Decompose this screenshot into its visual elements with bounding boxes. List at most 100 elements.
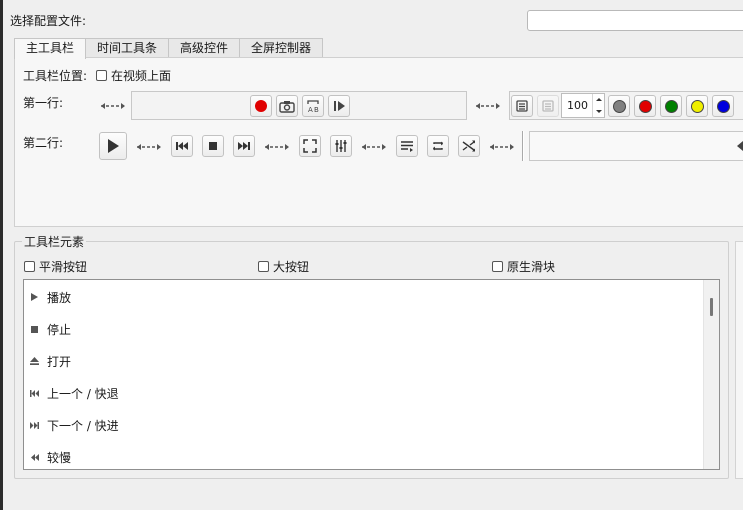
expanding-spacer-icon[interactable] bbox=[489, 141, 515, 153]
expanding-spacer-icon[interactable] bbox=[136, 141, 162, 153]
ab-loop-icon: AB bbox=[307, 100, 319, 113]
window-edge bbox=[0, 0, 3, 510]
shuffle-icon bbox=[462, 140, 475, 152]
loop-icon bbox=[433, 141, 443, 151]
smooth-buttons-label: 平滑按钮 bbox=[39, 260, 88, 274]
fullscreen-icon bbox=[303, 139, 317, 153]
stop-icon bbox=[30, 325, 39, 334]
list-item[interactable]: 停止 bbox=[30, 321, 71, 337]
smooth-buttons-option[interactable]: 平滑按钮 bbox=[24, 258, 87, 275]
green-dot-button[interactable] bbox=[660, 95, 682, 117]
list-item-label: 停止 bbox=[47, 322, 72, 337]
list-item[interactable]: 下一个 / 快进 bbox=[30, 417, 119, 433]
native-slider-checkbox[interactable] bbox=[492, 261, 503, 272]
line2-label: 第二行: bbox=[23, 136, 64, 150]
toolbar-elements-title: 工具栏元素 bbox=[22, 233, 87, 250]
volume-value: 100 bbox=[567, 99, 588, 112]
list-item-label: 播放 bbox=[47, 290, 72, 305]
frame-step-button[interactable] bbox=[328, 95, 350, 117]
previous-icon bbox=[176, 142, 188, 150]
playlist-button[interactable] bbox=[511, 95, 533, 117]
list-item-label: 上一个 / 快退 bbox=[47, 386, 119, 401]
record-icon bbox=[255, 100, 267, 112]
shuffle-button[interactable] bbox=[458, 135, 480, 157]
list-item[interactable]: 较慢 bbox=[30, 449, 71, 465]
slider-handle-icon[interactable] bbox=[737, 141, 743, 151]
red-dot-button[interactable] bbox=[634, 95, 656, 117]
time-slider-placeholder[interactable] bbox=[529, 131, 743, 161]
side-panel-edge bbox=[735, 241, 743, 479]
list-item-label: 打开 bbox=[47, 354, 72, 369]
tab-advanced-controls[interactable]: 高级控件 bbox=[168, 38, 241, 58]
fullscreen-button[interactable] bbox=[299, 135, 321, 157]
stop-icon bbox=[209, 142, 217, 150]
tab-fullscreen-controller[interactable]: 全屏控制器 bbox=[239, 38, 324, 58]
playlist-icon bbox=[516, 100, 528, 112]
expanding-spacer-icon[interactable] bbox=[361, 141, 387, 153]
svg-text:A: A bbox=[308, 106, 313, 113]
next-icon bbox=[238, 142, 250, 150]
gray-dot-icon bbox=[612, 99, 626, 113]
profile-combobox[interactable] bbox=[527, 10, 743, 31]
equalizer-icon bbox=[335, 140, 347, 152]
extended-settings-icon bbox=[542, 100, 554, 112]
play-button[interactable] bbox=[99, 132, 127, 160]
yellow-dot-button[interactable] bbox=[686, 95, 708, 117]
toolbar-line1-strip[interactable] bbox=[131, 91, 467, 120]
spin-arrows[interactable] bbox=[592, 94, 604, 117]
extended-controls-button[interactable] bbox=[330, 135, 352, 157]
next-icon bbox=[30, 421, 39, 430]
green-dot-icon bbox=[664, 99, 678, 113]
svg-text:B: B bbox=[314, 106, 319, 113]
snapshot-button[interactable] bbox=[276, 95, 298, 117]
volume-spinbox[interactable]: 100 bbox=[561, 93, 605, 118]
next-button[interactable] bbox=[233, 135, 255, 157]
frame-step-icon bbox=[334, 101, 345, 111]
spin-down-icon[interactable] bbox=[593, 106, 605, 117]
scrollbar-thumb[interactable] bbox=[710, 298, 713, 316]
above-video-option[interactable]: 在视频上面 bbox=[96, 67, 171, 84]
list-item[interactable]: 打开 bbox=[30, 353, 71, 369]
smooth-buttons-checkbox[interactable] bbox=[24, 261, 35, 272]
playlist-icon bbox=[401, 141, 413, 152]
tab-time-toolbar[interactable]: 时间工具条 bbox=[85, 38, 170, 58]
big-buttons-label: 大按钮 bbox=[273, 260, 310, 274]
list-item-label: 下一个 / 快进 bbox=[47, 418, 119, 433]
big-buttons-checkbox[interactable] bbox=[258, 261, 269, 272]
above-video-checkbox[interactable] bbox=[96, 70, 107, 81]
toolbar-elements-list[interactable]: 播放 停止 打开 上一个 / 快退 下一个 / 快进 较慢 bbox=[23, 279, 720, 470]
previous-button[interactable] bbox=[171, 135, 193, 157]
ab-loop-button[interactable]: AB bbox=[302, 95, 324, 117]
red-dot-icon bbox=[638, 99, 652, 113]
above-video-label: 在视频上面 bbox=[111, 69, 172, 83]
line1-label: 第一行: bbox=[23, 96, 64, 110]
list-item[interactable]: 上一个 / 快退 bbox=[30, 385, 119, 401]
list-scrollbar[interactable] bbox=[703, 280, 719, 469]
blue-dot-icon bbox=[716, 99, 730, 113]
profile-label: 选择配置文件: bbox=[10, 14, 87, 28]
record-button[interactable] bbox=[250, 95, 272, 117]
camera-icon bbox=[279, 100, 295, 113]
native-slider-label: 原生滑块 bbox=[507, 260, 556, 274]
play-icon bbox=[30, 293, 39, 302]
slower-icon bbox=[30, 453, 39, 462]
big-buttons-option[interactable]: 大按钮 bbox=[258, 258, 309, 275]
eject-icon bbox=[30, 357, 39, 366]
expanding-spacer-icon[interactable] bbox=[100, 100, 126, 112]
spin-up-icon[interactable] bbox=[593, 94, 605, 105]
loop-button[interactable] bbox=[427, 135, 449, 157]
extended-settings-button[interactable] bbox=[537, 95, 559, 117]
tab-bar: 主工具栏 时间工具条 高级控件 全屏控制器 bbox=[14, 38, 324, 59]
expanding-spacer-icon[interactable] bbox=[475, 100, 501, 112]
tab-main-toolbar[interactable]: 主工具栏 bbox=[14, 38, 87, 59]
blue-dot-button[interactable] bbox=[712, 95, 734, 117]
gray-dot-button[interactable] bbox=[608, 95, 630, 117]
yellow-dot-icon bbox=[690, 99, 704, 113]
toolbar-position-label: 工具栏位置: bbox=[23, 69, 88, 83]
native-slider-option[interactable]: 原生滑块 bbox=[492, 258, 555, 275]
stop-button[interactable] bbox=[202, 135, 224, 157]
playlist-toggle-button[interactable] bbox=[396, 135, 418, 157]
play-icon bbox=[108, 139, 119, 153]
list-item[interactable]: 播放 bbox=[30, 289, 71, 305]
expanding-spacer-icon[interactable] bbox=[264, 141, 290, 153]
